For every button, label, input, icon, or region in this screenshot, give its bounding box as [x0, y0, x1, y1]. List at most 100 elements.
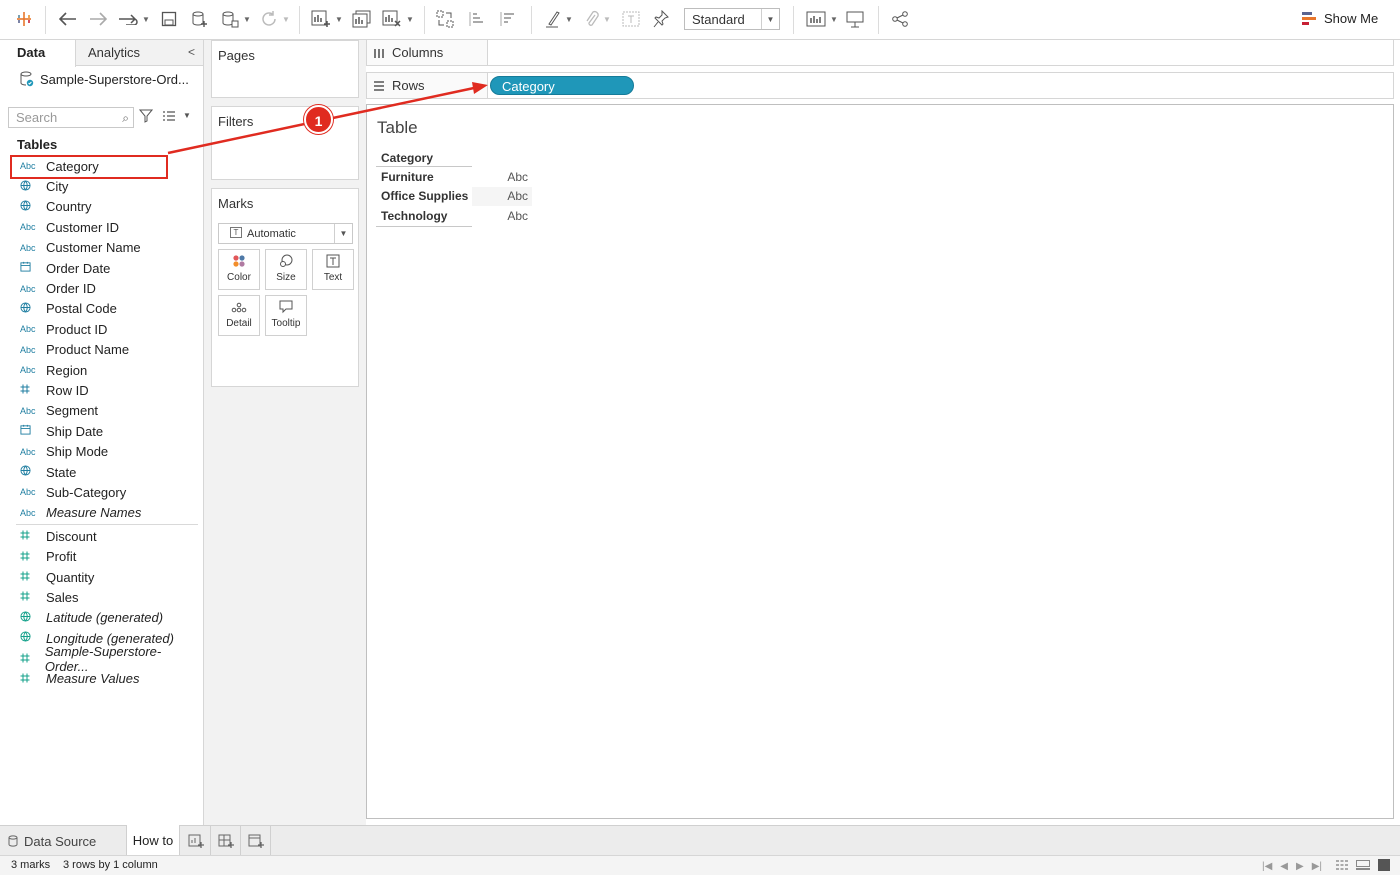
new-datasource-icon[interactable]	[189, 6, 211, 32]
table-row[interactable]: Technology Abc	[376, 206, 532, 226]
field-label: Sales	[46, 589, 79, 605]
field-item[interactable]: Latitude (generated)	[10, 608, 198, 628]
chevron-down-icon[interactable]: ▼	[183, 111, 191, 120]
number-type-icon	[10, 529, 46, 543]
field-item[interactable]: Abc Segment	[10, 401, 198, 421]
field-item[interactable]: Profit	[10, 546, 198, 566]
field-item[interactable]: Quantity	[10, 567, 198, 587]
row-header[interactable]: Furniture	[376, 170, 472, 184]
last-sheet-icon[interactable]: ▶|	[1312, 861, 1322, 872]
data-source-tab[interactable]: Data Source	[8, 826, 96, 856]
new-dashboard-icon[interactable]	[211, 826, 241, 856]
sort-asc-icon[interactable]	[466, 6, 488, 32]
chevron-down-icon: ▼	[761, 9, 779, 29]
undo-icon[interactable]	[56, 6, 80, 32]
save-icon[interactable]	[158, 6, 180, 32]
filter-icon[interactable]	[138, 109, 154, 126]
columns-shelf[interactable]: Columns	[366, 39, 1394, 66]
status-bar: 3 marks 3 rows by 1 column |◀ ◀ ▶ ▶|	[0, 855, 1400, 875]
chevron-down-icon: ▼	[334, 224, 352, 243]
table-row[interactable]: Furniture Abc	[376, 167, 532, 187]
row-header[interactable]: Office Supplies	[376, 189, 472, 203]
field-label: Profit	[46, 549, 77, 565]
redo-icon[interactable]	[86, 6, 110, 32]
field-item[interactable]: Abc Order ID	[10, 278, 198, 298]
field-item[interactable]: City	[10, 176, 198, 196]
field-item[interactable]: Sample-Superstore-Order...	[10, 644, 198, 674]
filters-card[interactable]: Filters	[211, 106, 359, 180]
clear-sheet-icon[interactable]: ▼	[380, 6, 416, 32]
tableau-logo-icon[interactable]	[12, 6, 36, 32]
filmstrip-icon[interactable]	[1356, 860, 1370, 873]
redo-dropdown-icon[interactable]: ▼	[117, 6, 151, 32]
number-type-icon	[10, 383, 46, 397]
field-label: Order Date	[46, 260, 111, 276]
pin-icon[interactable]	[650, 6, 672, 32]
mark-type-select[interactable]: T Automatic ▼	[218, 223, 353, 244]
rows-label: Rows	[392, 78, 425, 93]
view-mode-select[interactable]: Standard ▼	[684, 8, 780, 30]
pages-card[interactable]: Pages	[211, 40, 359, 98]
row-header[interactable]: Technology	[376, 209, 472, 223]
field-label: Postal Code	[46, 301, 117, 317]
group-icon[interactable]: ▼	[580, 6, 616, 32]
detail-button[interactable]: Detail	[218, 295, 260, 336]
field-item[interactable]: Abc Ship Mode	[10, 441, 198, 461]
cell-value[interactable]: Abc	[472, 186, 532, 206]
cell-value[interactable]: Abc	[472, 170, 532, 184]
datasource-item[interactable]: Sample-Superstore-Ord...	[20, 71, 189, 87]
field-label: Country	[46, 199, 92, 215]
search-input[interactable]: Search ⌕	[8, 107, 134, 128]
tab-analytics[interactable]: Analytics	[88, 40, 140, 66]
rows-shelf[interactable]: Rows Category	[366, 72, 1394, 99]
show-me-button[interactable]: Show Me	[1302, 11, 1378, 26]
field-item[interactable]: Order Date	[10, 258, 198, 278]
presentation-icon[interactable]	[844, 6, 866, 32]
view-options-icon[interactable]	[162, 110, 176, 125]
new-story-icon[interactable]	[241, 826, 271, 856]
first-sheet-icon[interactable]: |◀	[1262, 861, 1272, 872]
tab-data[interactable]: Data	[0, 40, 76, 67]
collapse-pane-icon[interactable]: <	[188, 40, 195, 66]
size-button[interactable]: Size	[265, 249, 307, 290]
prev-sheet-icon[interactable]: ◀	[1280, 861, 1288, 872]
field-item[interactable]: Discount	[10, 526, 198, 546]
share-icon[interactable]	[889, 6, 911, 32]
table-row[interactable]: Office Supplies Abc	[376, 186, 532, 206]
field-item[interactable]: State	[10, 462, 198, 482]
viz-area: Table Category Furniture Abc Office Suppli…	[366, 104, 1394, 819]
labels-icon[interactable]	[620, 6, 642, 32]
step-badge: 1	[304, 105, 333, 134]
category-pill[interactable]: Category	[490, 76, 634, 95]
field-item[interactable]: Country	[10, 197, 198, 217]
tabs-view-icon[interactable]	[1378, 859, 1390, 874]
color-button[interactable]: Color	[218, 249, 260, 290]
next-sheet-icon[interactable]: ▶	[1296, 861, 1304, 872]
swap-icon[interactable]	[434, 6, 456, 32]
sort-desc-icon[interactable]	[497, 6, 519, 32]
sheet-tab-how-to[interactable]: How to	[126, 825, 180, 856]
fit-icon[interactable]: ▼	[804, 6, 840, 32]
sheet-sorter-icon[interactable]	[1336, 860, 1348, 873]
field-item[interactable]: Abc Customer Name	[10, 238, 198, 258]
duplicate-sheet-icon[interactable]	[351, 6, 373, 32]
field-item[interactable]: Abc Product Name	[10, 340, 198, 360]
pause-updates-icon[interactable]: ▼	[219, 6, 253, 32]
field-item[interactable]: Abc Customer ID	[10, 217, 198, 237]
text-button[interactable]: Text	[312, 249, 354, 290]
new-worksheet-icon[interactable]: ▼	[309, 6, 345, 32]
field-item[interactable]: Row ID	[10, 380, 198, 400]
field-item[interactable]: Ship Date	[10, 421, 198, 441]
new-worksheet-icon[interactable]	[181, 826, 211, 856]
field-item[interactable]: Abc Product ID	[10, 319, 198, 339]
field-item[interactable]: Postal Code	[10, 299, 198, 319]
field-item[interactable]: Measure Values	[10, 669, 198, 689]
tooltip-button[interactable]: Tooltip	[265, 295, 307, 336]
cell-value[interactable]: Abc	[472, 209, 532, 223]
field-item[interactable]: Sales	[10, 587, 198, 607]
refresh-icon[interactable]: ▼	[258, 6, 292, 32]
field-item[interactable]: Abc Sub-Category	[10, 482, 198, 502]
highlight-icon[interactable]: ▼	[541, 6, 577, 32]
field-item[interactable]: Abc Region	[10, 360, 198, 380]
field-item[interactable]: Abc Measure Names	[10, 503, 198, 523]
